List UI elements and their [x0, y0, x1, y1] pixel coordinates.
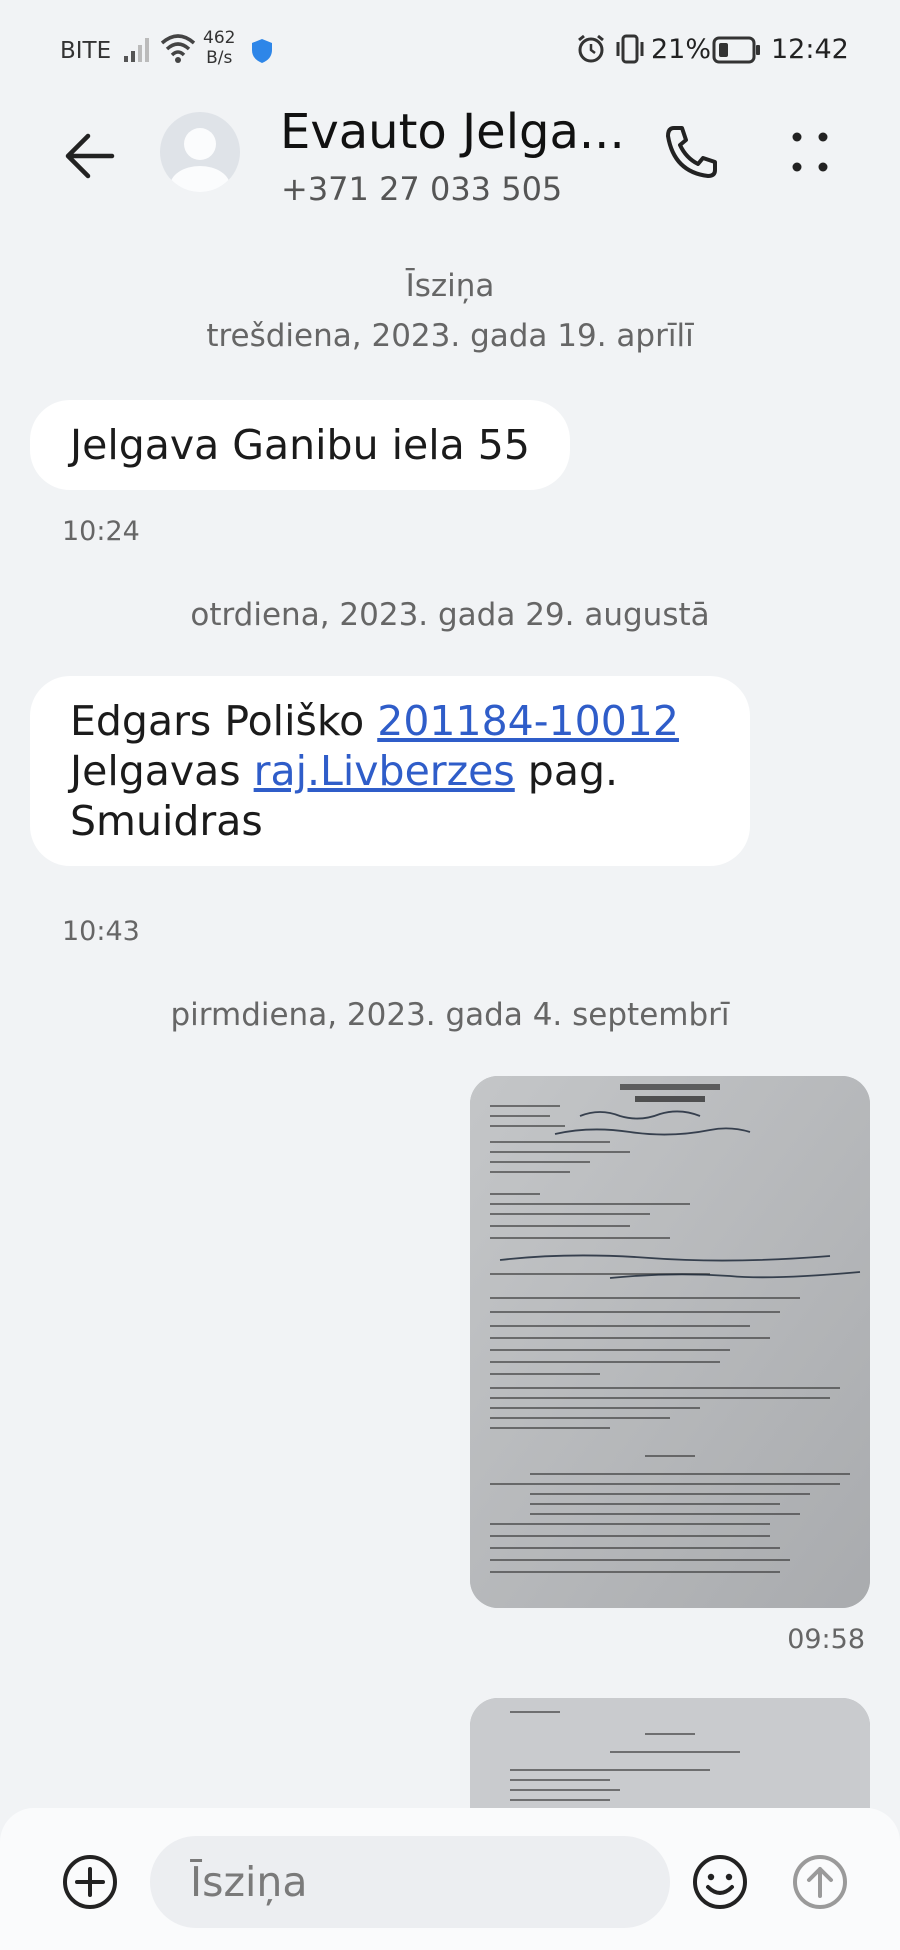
- avatar-icon: [170, 128, 230, 192]
- image-attachment[interactable]: [470, 1698, 870, 1808]
- channel-label: Īsziņa: [405, 268, 495, 304]
- send-button[interactable]: [790, 1852, 850, 1912]
- message-bubble[interactable]: Edgars Poliško 201184-10012 Jelgavas raj…: [30, 676, 750, 866]
- call-button[interactable]: [660, 122, 720, 182]
- back-button[interactable]: [60, 126, 120, 186]
- wifi-icon: [160, 32, 196, 68]
- status-bar: BITE 462 B/s 21% 12:42: [0, 0, 900, 100]
- network-speed-value: 462: [203, 28, 236, 48]
- add-attachment-button[interactable]: [60, 1852, 120, 1912]
- vibrate-icon: [614, 34, 646, 68]
- message-time: 09:58: [787, 1624, 865, 1655]
- message-text: Edgars Poliško: [70, 697, 378, 745]
- contact-number: +371 27 033 505: [281, 170, 563, 208]
- message-text: Jelgavas: [70, 747, 254, 795]
- date-separator: otrdiena, 2023. gada 29. augustā: [190, 597, 710, 633]
- more-options-button[interactable]: [780, 122, 840, 182]
- message-link[interactable]: raj.Livberzes: [254, 747, 515, 795]
- back-arrow-icon: [65, 133, 115, 179]
- message-time: 10:24: [62, 516, 140, 547]
- conversation-header: Evauto Jelga... +371 27 033 505: [0, 100, 900, 210]
- carrier-name: BITE: [60, 38, 112, 64]
- battery-icon: [712, 36, 762, 68]
- message-time: 10:43: [62, 916, 140, 947]
- send-icon: [793, 1855, 847, 1909]
- form-photo-image: [470, 1076, 870, 1608]
- add-icon: [63, 1855, 117, 1909]
- avatar[interactable]: [160, 112, 240, 192]
- emoji-icon: [693, 1855, 747, 1909]
- more-dots-icon: [792, 132, 828, 172]
- shield-icon: [251, 38, 273, 68]
- message-text: Jelgava Ganibu iela 55: [70, 421, 530, 469]
- phone-icon: [666, 126, 717, 178]
- emoji-button[interactable]: [690, 1852, 750, 1912]
- contact-name[interactable]: Evauto Jelga...: [280, 104, 625, 160]
- message-composer: [0, 1808, 900, 1950]
- message-link[interactable]: 201184-10012: [377, 697, 679, 745]
- network-speed: 462 B/s: [203, 28, 235, 68]
- form-photo-image: [470, 1698, 870, 1808]
- alarm-icon: [576, 34, 606, 68]
- message-bubble[interactable]: Jelgava Ganibu iela 55: [30, 400, 570, 490]
- image-attachment[interactable]: [470, 1076, 870, 1608]
- battery-percent: 21%: [651, 34, 712, 65]
- message-input[interactable]: [150, 1836, 670, 1928]
- signal-icon: [124, 36, 154, 66]
- network-speed-unit: B/s: [206, 48, 233, 68]
- date-separator: trešdiena, 2023. gada 19. aprīlī: [206, 318, 694, 354]
- status-time: 12:42: [771, 34, 849, 65]
- date-separator: pirmdiena, 2023. gada 4. septembrī: [170, 997, 730, 1033]
